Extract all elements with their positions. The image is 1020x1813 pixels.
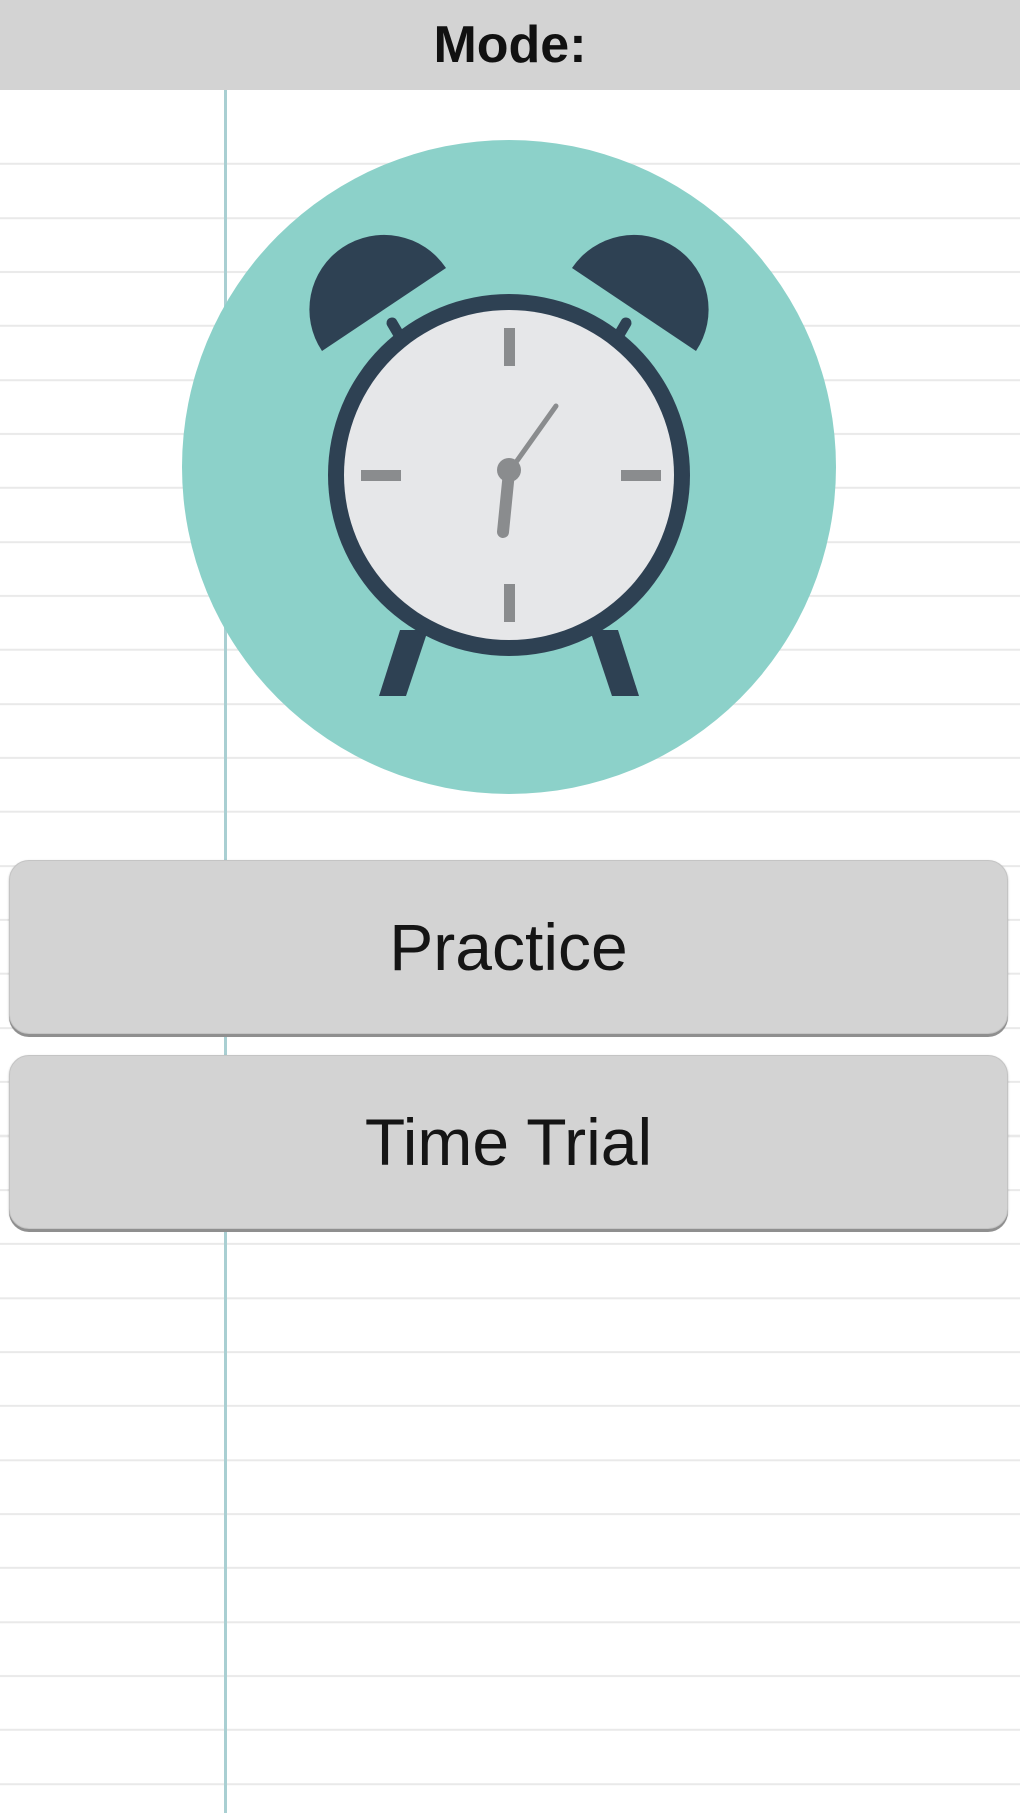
practice-button[interactable]: Practice xyxy=(9,860,1008,1034)
time-trial-button-label: Time Trial xyxy=(364,1105,653,1179)
alarm-clock-icon xyxy=(182,140,836,794)
page-title: Mode: xyxy=(433,16,587,74)
practice-button-label: Practice xyxy=(389,910,628,984)
hand-pivot xyxy=(497,458,521,482)
time-trial-button[interactable]: Time Trial xyxy=(9,1055,1008,1229)
mode-header: Mode: xyxy=(0,0,1020,90)
